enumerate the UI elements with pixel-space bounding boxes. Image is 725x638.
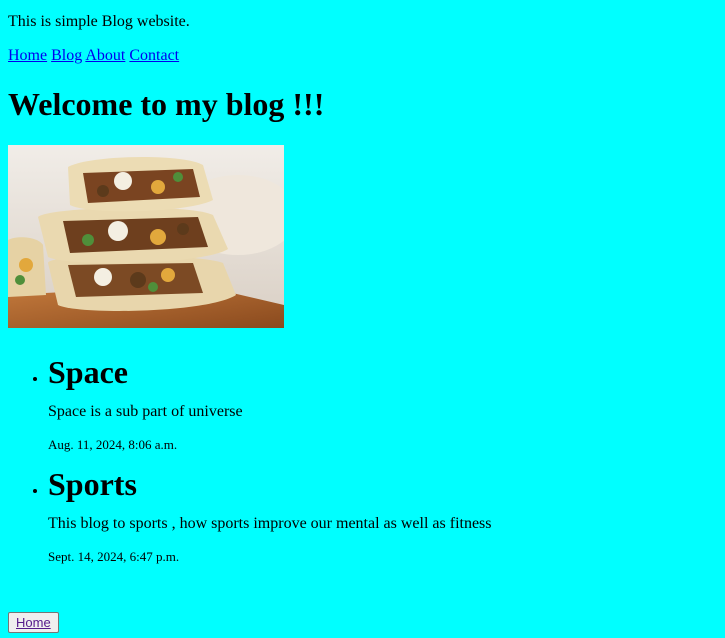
post-list: Space Space is a sub part of universe Au…	[8, 340, 708, 564]
nav-link-about[interactable]: About	[85, 47, 125, 64]
list-item: Space Space is a sub part of universe Au…	[48, 354, 708, 452]
list-item: Sports This blog to sports , how sports …	[48, 466, 708, 564]
burrito-hero-image	[8, 145, 284, 328]
post-description: Space is a sub part of universe	[48, 403, 243, 420]
page-container: This is simple Blog website. Home Blog A…	[8, 0, 717, 564]
post-date: Aug. 11, 2024, 8:06 a.m.	[48, 437, 178, 452]
post-date: Sept. 14, 2024, 6:47 p.m.	[48, 549, 180, 564]
page-title: Welcome to my blog !!!	[8, 86, 325, 122]
post-title: Sports	[48, 466, 137, 502]
main-nav: Home Blog About Contact	[8, 47, 717, 65]
nav-link-contact[interactable]: Contact	[129, 47, 179, 64]
home-button[interactable]: Home	[8, 612, 59, 633]
intro-text: This is simple Blog website.	[8, 13, 190, 30]
post-title: Space	[48, 354, 128, 390]
post-description: This blog to sports , how sports improve…	[48, 515, 492, 532]
nav-link-home[interactable]: Home	[8, 47, 47, 64]
nav-link-blog[interactable]: Blog	[51, 47, 82, 64]
